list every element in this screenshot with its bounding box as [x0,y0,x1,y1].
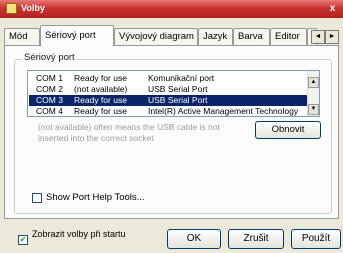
port-status: Ready for use [74,106,127,116]
tab-strip: Mód Sériový port Vývojový diagram Jazyk … [4,25,340,46]
tab-language[interactable]: Jazyk [198,28,233,45]
port-list[interactable]: COM 1 Ready for use Komunikační port COM… [27,70,320,117]
list-item[interactable]: COM 1 Ready for use Komunikační port [29,73,309,84]
port-name: COM 1 [36,73,63,83]
port-status: (not available) [74,84,128,94]
tab-scroll-left-icon[interactable]: ◄ [311,30,325,44]
ok-button[interactable]: OK [167,229,221,249]
scroll-down-icon[interactable]: ▼ [308,104,319,115]
close-icon[interactable]: x [326,2,339,15]
cancel-button[interactable]: Zrušit [228,229,284,249]
tab-flowchart[interactable]: Vývojový diagram [114,28,198,45]
show-port-help-tools-checkbox[interactable] [32,193,42,203]
scroll-up-icon[interactable]: ▲ [308,77,319,88]
port-name: COM 4 [36,106,63,116]
window-title: Volby [21,3,45,13]
port-name: COM 2 [36,84,63,94]
port-description: Intel(R) Active Management Technology [148,106,299,116]
tab-scroll-right-icon[interactable]: ► [325,30,339,44]
apply-button[interactable]: Použít [291,229,341,249]
title-bar[interactable]: Volby x [0,0,343,18]
port-description: USB Serial Port [148,84,208,94]
port-name: COM 3 [36,95,63,105]
serial-port-panel: Sériový port COM 1 Ready for use Komunik… [4,45,339,219]
tab-mode[interactable]: Mód [4,28,40,45]
app-icon [6,3,17,14]
list-scrollbar[interactable]: ▲ ▼ [307,71,319,116]
hint-text: (not available) often means the USB cabl… [38,122,220,143]
port-description: Komunikační port [148,73,215,83]
options-dialog: Volby x Mód Sériový port Vývojový diagra… [0,0,343,253]
refresh-button[interactable]: Obnovit [255,121,321,139]
list-item[interactable]: COM 4 Ready for use Intel(R) Active Mana… [29,106,309,116]
list-item-selected[interactable]: COM 3 Ready for use USB Serial Port [29,95,309,106]
show-at-start-checkbox[interactable]: ✔ [18,235,28,245]
port-description: USB Serial Port [148,95,208,105]
group-title: Sériový port [22,52,77,63]
port-status: Ready for use [74,95,127,105]
tab-serial-port[interactable]: Sériový port [40,25,114,46]
show-at-start-label[interactable]: Zobrazit volby při startu [32,229,142,239]
tab-color[interactable]: Barva [233,28,270,45]
port-status: Ready for use [74,73,127,83]
show-port-help-tools-label[interactable]: Show Port Help Tools... [46,192,145,203]
tab-editor[interactable]: Editor [270,28,307,45]
list-item[interactable]: COM 2 (not available) USB Serial Port [29,84,309,95]
